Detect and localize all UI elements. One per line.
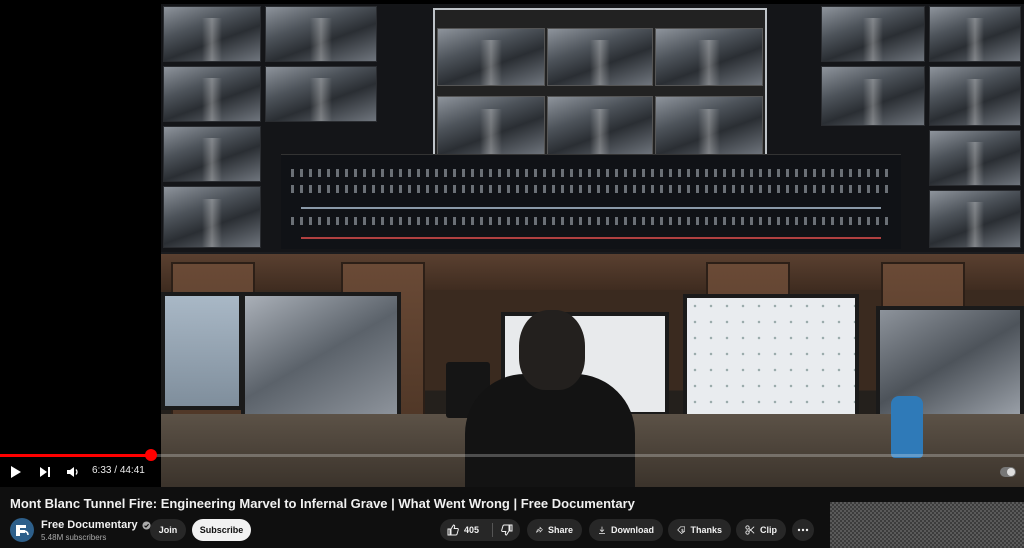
progress-bar[interactable] [0, 449, 1024, 461]
settings-button[interactable] [998, 462, 1018, 482]
subscriber-count: 5.48M subscribers [41, 533, 107, 542]
video-frame[interactable] [161, 4, 1024, 487]
share-icon [536, 526, 543, 533]
desk-monitor [161, 292, 243, 410]
current-time: 6:33 [92, 465, 112, 476]
sidebar-recommendation-thumbnail[interactable] [830, 502, 1024, 548]
channel-name-link[interactable]: Free Documentary [41, 519, 151, 531]
download-button[interactable]: Download [589, 519, 663, 541]
time-display: 6:33 / 44:41 [92, 465, 145, 476]
settings-toggle-icon [1000, 467, 1016, 477]
desk-monitor [241, 292, 401, 418]
join-button[interactable]: Join [150, 519, 186, 541]
channel-logo-icon [16, 525, 29, 536]
youtube-watch-page: 6:33 / 44:41 Mont Blanc Tunnel Fire: Eng… [0, 0, 1024, 548]
clip-button[interactable]: Clip [736, 519, 786, 541]
channel-avatar[interactable] [10, 518, 34, 542]
dislike-button[interactable] [493, 519, 520, 541]
play-icon [11, 466, 21, 478]
like-dislike-group: 405 [440, 519, 520, 541]
channel-name: Free Documentary [41, 519, 138, 531]
skip-next-icon [40, 467, 50, 477]
thumbs-down-icon [501, 524, 513, 536]
tunnel-status-display [281, 154, 901, 249]
play-button[interactable] [8, 462, 22, 482]
video-wall [161, 4, 1024, 252]
subscribe-button[interactable]: Subscribe [192, 519, 251, 541]
volume-icon [67, 467, 78, 477]
more-horizontal-icon [797, 528, 809, 532]
download-icon [599, 526, 605, 534]
video-player[interactable]: 6:33 / 44:41 [0, 0, 1024, 487]
like-count: 405 [464, 525, 480, 535]
share-button[interactable]: Share [527, 519, 582, 541]
next-button[interactable] [38, 462, 52, 482]
desk-monitor [683, 294, 859, 418]
operator-person [465, 310, 635, 487]
more-actions-button[interactable] [792, 519, 814, 541]
like-button[interactable]: 405 [440, 519, 492, 541]
thumbs-up-icon [447, 524, 459, 536]
central-camera-monitor [433, 8, 767, 160]
thanks-button[interactable]: $ Thanks [668, 519, 731, 541]
volume-button[interactable] [66, 462, 80, 482]
video-title: Mont Blanc Tunnel Fire: Engineering Marv… [10, 496, 635, 511]
scissors-icon [745, 525, 755, 535]
total-duration: 44:41 [119, 465, 145, 476]
progress-played [0, 454, 151, 457]
scrubber-handle[interactable] [144, 449, 157, 461]
super-thanks-icon: $ [677, 526, 686, 534]
